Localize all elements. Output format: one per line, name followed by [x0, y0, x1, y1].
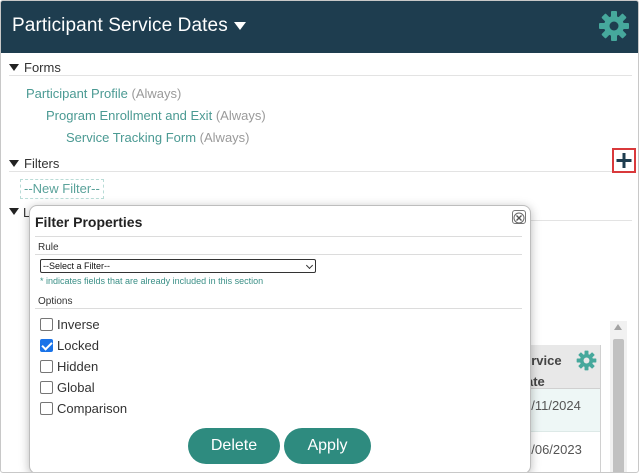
add-filter-button[interactable] [612, 148, 636, 173]
option-comparison[interactable]: Comparison [40, 401, 127, 416]
triangle-down-icon [9, 160, 19, 167]
triangle-down-icon [9, 208, 19, 215]
options-label: Options [38, 296, 73, 307]
form-item-qualifier: (Always) [199, 130, 250, 145]
delete-button[interactable]: Delete [188, 428, 280, 464]
filter-properties-dialog: Filter Properties Rule --Select a Filter… [29, 205, 531, 472]
global-checkbox[interactable] [40, 381, 53, 394]
form-item-name: Program Enrollment and Exit [46, 108, 213, 123]
hidden-checkbox[interactable] [40, 360, 53, 373]
comparison-checkbox[interactable] [40, 402, 53, 415]
hint-text: * indicates fields that are already incl… [40, 276, 264, 286]
new-filter-button[interactable]: --New Filter-- [20, 179, 104, 199]
results-table: ervice ate 9/11/2024 6/06/2023 [520, 345, 601, 472]
form-item-qualifier: (Always) [131, 86, 182, 101]
form-item[interactable]: Service Tracking Form (Always) [66, 130, 250, 145]
divider [9, 171, 632, 172]
panel-header: Participant Service Dates [1, 1, 638, 53]
dialog-title: Filter Properties [35, 214, 143, 230]
gear-icon[interactable] [598, 10, 630, 42]
plus-icon [616, 153, 632, 168]
form-item[interactable]: Program Enrollment and Exit (Always) [46, 108, 266, 123]
option-locked[interactable]: Locked [40, 338, 99, 353]
forms-section-label: Forms [24, 60, 61, 75]
panel-title: Participant Service Dates [12, 15, 228, 36]
close-icon [513, 212, 525, 224]
option-label: Global [57, 380, 95, 395]
table-row[interactable]: 6/06/2023 [520, 433, 601, 472]
filters-section-toggle[interactable]: Filters [9, 156, 59, 171]
filter-rule-select-value: --Select a Filter-- [43, 261, 111, 271]
option-label: Comparison [57, 401, 128, 416]
filters-section-label: Filters [24, 156, 60, 171]
option-label: Inverse [57, 317, 100, 332]
divider [35, 308, 522, 309]
divider [35, 236, 522, 237]
close-button[interactable] [512, 210, 526, 224]
option-hidden[interactable]: Hidden [40, 359, 98, 374]
rule-label: Rule [38, 242, 59, 253]
option-inverse[interactable]: Inverse [40, 317, 100, 332]
form-item[interactable]: Participant Profile (Always) [26, 86, 181, 101]
scroll-up-arrow-icon[interactable] [614, 324, 622, 330]
table-border [600, 345, 601, 472]
table-row[interactable]: 9/11/2024 [520, 389, 601, 432]
panel-title-menu[interactable]: Participant Service Dates [12, 15, 246, 37]
gear-icon[interactable] [576, 350, 597, 371]
option-label: Locked [57, 338, 99, 353]
vertical-scrollbar[interactable] [610, 321, 627, 472]
chevron-down-icon [305, 261, 314, 270]
locked-checkbox[interactable] [40, 339, 53, 352]
scrollbar-thumb[interactable] [613, 339, 624, 472]
divider [531, 220, 632, 221]
apply-button[interactable]: Apply [284, 428, 371, 464]
inverse-checkbox[interactable] [40, 318, 53, 331]
form-item-name: Participant Profile [26, 86, 128, 101]
form-item-name: Service Tracking Form [66, 130, 197, 145]
divider [9, 75, 632, 76]
table-header-cell[interactable]: ervice ate [520, 345, 601, 389]
forms-section-toggle[interactable]: Forms [9, 60, 61, 75]
option-label: Hidden [57, 359, 99, 374]
form-item-qualifier: (Always) [215, 108, 266, 123]
filter-rule-select[interactable]: --Select a Filter-- [40, 259, 316, 273]
report-section-panel: Participant Service Dates Forms Particip… [0, 0, 639, 473]
option-global[interactable]: Global [40, 380, 95, 395]
divider [35, 254, 522, 255]
caret-down-icon [233, 22, 246, 30]
triangle-down-icon [9, 64, 19, 71]
